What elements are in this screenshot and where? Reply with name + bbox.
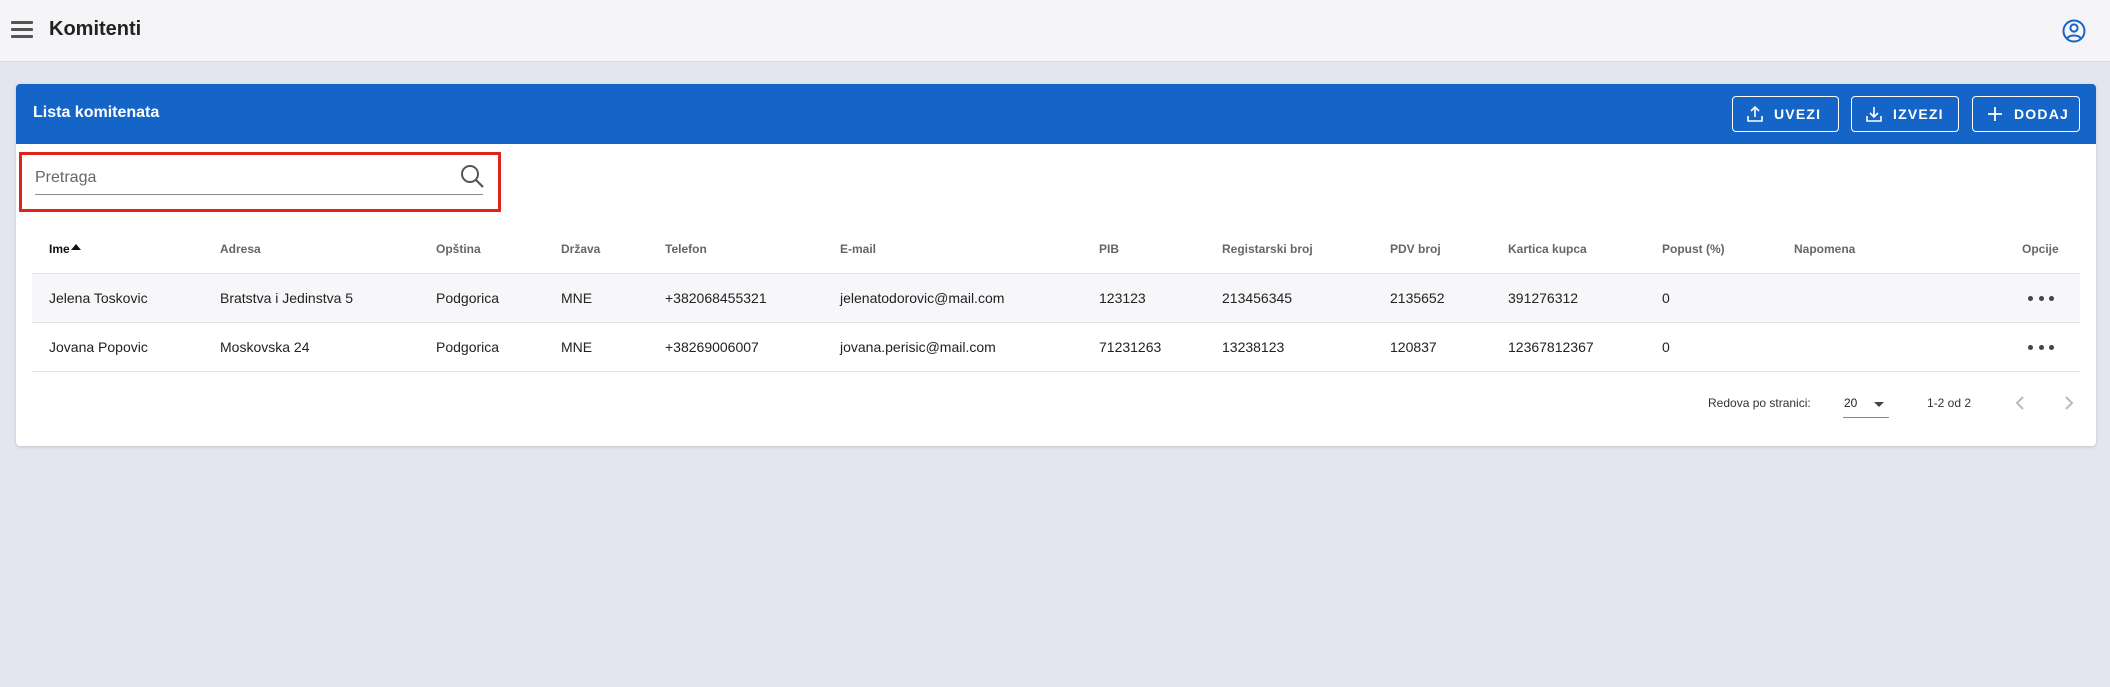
cell-pib: 123123 — [1099, 290, 1146, 306]
rows-per-page-select[interactable]: 20 — [1843, 388, 1889, 418]
column-header-napomena[interactable]: Napomena — [1794, 242, 1855, 256]
search-underline — [35, 194, 483, 195]
column-header-telefon[interactable]: Telefon — [665, 242, 707, 256]
cell-registarski-broj: 213456345 — [1222, 290, 1293, 306]
cell-opstina: Podgorica — [436, 290, 500, 306]
import-button-label: UVEZI — [1774, 106, 1822, 122]
column-header-opstina[interactable]: Opština — [436, 242, 481, 256]
previous-page-icon[interactable] — [2006, 389, 2034, 417]
cell-registarski-broj: 13238123 — [1222, 339, 1285, 355]
table-row[interactable]: Jovana Popovic Moskovska 24 Podgorica MN… — [32, 323, 2080, 372]
page-title: Komitenti — [49, 18, 142, 40]
column-header-kartica-kupca[interactable]: Kartica kupca — [1508, 242, 1587, 256]
sort-ascending-icon — [70, 244, 81, 250]
cell-pdv-broj: 120837 — [1390, 339, 1437, 355]
page-range: 1-2 od 2 — [1927, 396, 1972, 410]
account-icon[interactable] — [2060, 17, 2088, 45]
cell-adresa: Moskovska 24 — [220, 339, 310, 355]
cell-popust: 0 — [1662, 339, 1670, 355]
cell-telefon: +382068455321 — [665, 290, 767, 306]
plus-icon — [1988, 107, 2002, 121]
cell-kartica-kupca: 12367812367 — [1508, 339, 1594, 355]
column-header-drzava[interactable]: Država — [561, 242, 600, 256]
column-header-registarski-broj[interactable]: Registarski broj — [1222, 242, 1313, 256]
cell-pib: 71231263 — [1099, 339, 1162, 355]
clients-card: Lista komitenata UVEZI IZVEZI DODAJ Ime … — [16, 84, 2096, 446]
app-bar: Komitenti — [0, 0, 2110, 62]
clients-table: Ime Adresa Opština Država Telefon E-mail… — [32, 224, 2080, 372]
cell-popust: 0 — [1662, 290, 1670, 306]
cell-email: jovana.perisic@mail.com — [840, 339, 996, 355]
add-button[interactable]: DODAJ — [1972, 96, 2080, 132]
cell-ime: Jovana Popovic — [49, 339, 148, 355]
cell-kartica-kupca: 391276312 — [1508, 290, 1579, 306]
rows-per-page-label: Redova po stranici: — [1708, 396, 1811, 410]
card-title: Lista komitenata — [33, 104, 160, 121]
column-header-adresa[interactable]: Adresa — [220, 242, 261, 256]
cell-drzava: MNE — [561, 290, 593, 306]
upload-icon — [1747, 105, 1763, 122]
more-options-icon[interactable] — [2028, 288, 2054, 308]
cell-pdv-broj: 2135652 — [1390, 290, 1445, 306]
rows-per-page-value: 20 — [1844, 396, 1858, 410]
column-header-pib[interactable]: PIB — [1099, 242, 1119, 256]
menu-icon[interactable] — [8, 15, 38, 45]
search-field — [19, 152, 501, 212]
import-button[interactable]: UVEZI — [1732, 96, 1839, 132]
table-header: Ime Adresa Opština Država Telefon E-mail… — [32, 224, 2080, 274]
cell-adresa: Bratstva i Jedinstva 5 — [220, 290, 354, 306]
chevron-down-icon — [1874, 402, 1884, 407]
table-row[interactable]: Jelena Toskovic Bratstva i Jedinstva 5 P… — [32, 274, 2080, 323]
next-page-icon[interactable] — [2055, 389, 2083, 417]
card-header: Lista komitenata UVEZI IZVEZI DODAJ — [16, 84, 2096, 144]
column-header-opcije: Opcije — [2022, 242, 2059, 256]
cell-telefon: +38269006007 — [665, 339, 759, 355]
export-button-label: IZVEZI — [1893, 106, 1944, 122]
more-options-icon[interactable] — [2028, 337, 2054, 357]
search-input[interactable] — [35, 163, 483, 193]
cell-email: jelenatodorovic@mail.com — [840, 290, 1005, 306]
cell-drzava: MNE — [561, 339, 593, 355]
column-header-popust[interactable]: Popust (%) — [1662, 242, 1725, 256]
pagination: Redova po stranici: 20 1-2 od 2 — [32, 384, 2080, 424]
column-header-ime[interactable]: Ime — [49, 242, 81, 256]
add-button-label: DODAJ — [2014, 106, 2070, 122]
column-header-email[interactable]: E-mail — [840, 242, 876, 256]
download-icon — [1866, 107, 1882, 122]
cell-opstina: Podgorica — [436, 339, 500, 355]
column-header-pdv-broj[interactable]: PDV broj — [1390, 242, 1441, 256]
cell-ime: Jelena Toskovic — [49, 290, 148, 306]
search-icon[interactable] — [459, 163, 485, 189]
export-button[interactable]: IZVEZI — [1851, 96, 1959, 132]
